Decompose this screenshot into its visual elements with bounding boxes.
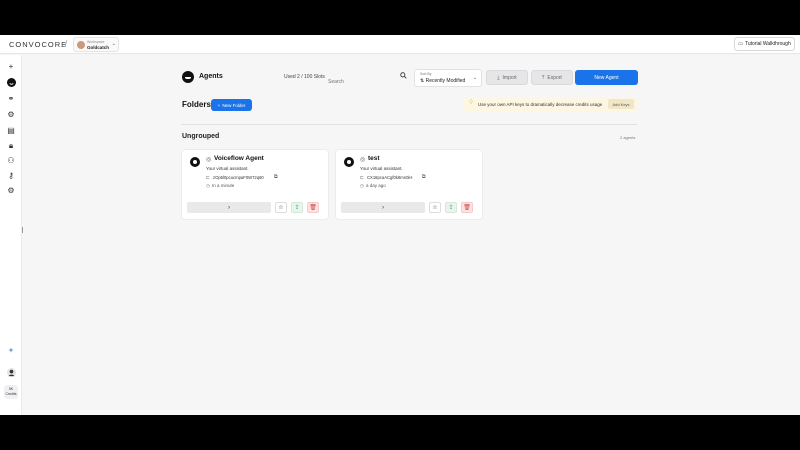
user-avatar-icon[interactable] [6, 368, 16, 378]
star-icon: ☆ [278, 205, 284, 211]
download-icon: ⤓ [497, 74, 500, 81]
export-label: Export [547, 74, 562, 81]
lock-icon[interactable]: 🔒︎ [6, 141, 16, 151]
add-keys-button[interactable]: Add Keys [608, 99, 634, 109]
credits-badge[interactable]: 5K Credits [4, 385, 18, 399]
sparkle-icon[interactable]: ✦ [6, 346, 16, 356]
agent-id: zOp5l0pcucmpaF0W72q60 [213, 175, 264, 180]
export-button[interactable]: ⤒ Export [531, 70, 573, 85]
delete-button[interactable]: 🗑︎ [307, 202, 319, 213]
sort-value: ⇅ Recently Modified [420, 78, 466, 84]
agent-id: CX18pcaACgf0k8mn0iH [367, 175, 413, 180]
share-icon: ⇪ [448, 205, 454, 211]
agent-avatar [344, 157, 354, 167]
new-folder-button[interactable]: + New Folder [211, 99, 252, 111]
import-button[interactable]: ⤓ Import [486, 70, 528, 85]
lightbulb-icon: 💡︎ [469, 100, 474, 106]
app-window: CONVOCORE / Workspace Goldcatch ⌄ ▭ Tuto… [0, 35, 800, 415]
plus-icon: + [217, 102, 221, 108]
breadcrumb-separator: / [65, 39, 68, 48]
chevron-right-icon: › [228, 204, 230, 211]
section-title: Ungrouped [182, 133, 220, 140]
favorite-button[interactable]: ☆ [429, 202, 441, 213]
tutorial-walkthrough-button[interactable]: ▭ Tutorial Walkthrough [734, 37, 795, 51]
chevron-down-icon: ⌄ [472, 75, 477, 81]
api-keys-banner: 💡︎ Use your own API keys to dramatically… [463, 97, 637, 112]
new-agent-button[interactable]: New Agent [575, 70, 638, 85]
id-icon: ⊏ [360, 175, 364, 180]
tutorial-label: Tutorial Walkthrough [744, 41, 791, 47]
book-icon: ▭ [738, 41, 743, 47]
trash-icon: 🗑︎ [463, 205, 471, 211]
import-label: Import [502, 74, 517, 81]
workspace-avatar [77, 41, 85, 49]
key-icon[interactable]: ⚷ [6, 171, 16, 181]
workspace-name: Goldcatch [87, 45, 110, 50]
id-icon: ⊏ [206, 175, 210, 180]
page-title: Agents [199, 73, 223, 80]
agent-name: test [368, 155, 380, 162]
section-divider [181, 124, 637, 125]
sort-value-text: Recently Modified [425, 78, 466, 84]
star-icon: ☆ [432, 205, 438, 211]
clock-icon: ◷ [206, 183, 210, 188]
copy-icon[interactable]: ⧉ [274, 174, 278, 180]
api-banner-text: Use your own API keys to dramatically de… [478, 102, 603, 107]
delete-button[interactable]: 🗑︎ [461, 202, 473, 213]
share-button[interactable]: ⇪ [291, 202, 303, 213]
sidebar-resize-handle[interactable] [22, 227, 23, 233]
chevron-right-icon: › [382, 204, 384, 211]
link-icon[interactable]: ⚭ [6, 94, 16, 104]
agent-description: Your virtual assistant. [206, 166, 249, 171]
agent-count: 2 agents [620, 135, 636, 140]
agents-logo-icon [182, 71, 194, 83]
upload-icon: ⤒ [542, 74, 545, 81]
users-icon[interactable]: ⚇ [6, 156, 16, 166]
open-agent-button[interactable]: › [341, 202, 425, 213]
globe-icon: ◎ [206, 157, 212, 163]
trash-icon: 🗑︎ [309, 205, 317, 211]
agent-updated: a day ago [366, 183, 386, 188]
agents-icon[interactable] [6, 78, 16, 88]
top-bar: CONVOCORE / Workspace Goldcatch ⌄ ▭ Tuto… [0, 35, 800, 54]
plus-icon[interactable]: + [6, 62, 16, 72]
copy-icon[interactable]: ⧉ [422, 174, 426, 180]
new-folder-label: New Folder [222, 102, 246, 108]
workspace-caption: Workspace [87, 40, 105, 44]
share-icon: ⇪ [294, 205, 300, 211]
search-icon[interactable] [400, 72, 407, 81]
favorite-button[interactable]: ☆ [275, 202, 287, 213]
chevron-down-icon: ⌄ [111, 41, 116, 47]
search-box [324, 70, 410, 89]
sort-dropdown[interactable]: Sort By ⇅ Recently Modified ⌄ [414, 69, 482, 87]
app-logo[interactable]: CONVOCORE [9, 40, 67, 49]
clock-icon: ◷ [360, 183, 364, 188]
sidebar: + ⚭ ⚙ ▤ 🔒︎ ⚇ ⚷ ⚙ ✦ 5K Credits [0, 55, 22, 415]
agent-card[interactable]: ◎ Voiceflow Agent Your virtual assistant… [181, 149, 329, 220]
settings-icon[interactable]: ⚙ [6, 110, 16, 120]
gear-icon[interactable]: ⚙ [6, 186, 16, 196]
book-icon[interactable]: ▤ [6, 126, 16, 136]
agent-name: Voiceflow Agent [214, 155, 264, 162]
open-agent-button[interactable]: › [187, 202, 271, 213]
slots-usage: Used 2 / 100 Slots [284, 74, 325, 80]
agent-description: Your virtual assistant. [360, 166, 403, 171]
folders-title: Folders [182, 100, 211, 109]
agent-card[interactable]: ◎ test Your virtual assistant. ⊏ CX18pca… [335, 149, 483, 220]
sort-caption: Sort By [420, 72, 432, 76]
agent-updated: In a minute [212, 183, 235, 188]
agent-avatar [190, 157, 200, 167]
globe-icon: ◎ [360, 157, 366, 163]
credits-label: Credits [5, 392, 17, 396]
share-button[interactable]: ⇪ [445, 202, 457, 213]
search-input[interactable] [324, 75, 404, 89]
workspace-selector[interactable]: Workspace Goldcatch ⌄ [73, 37, 119, 52]
